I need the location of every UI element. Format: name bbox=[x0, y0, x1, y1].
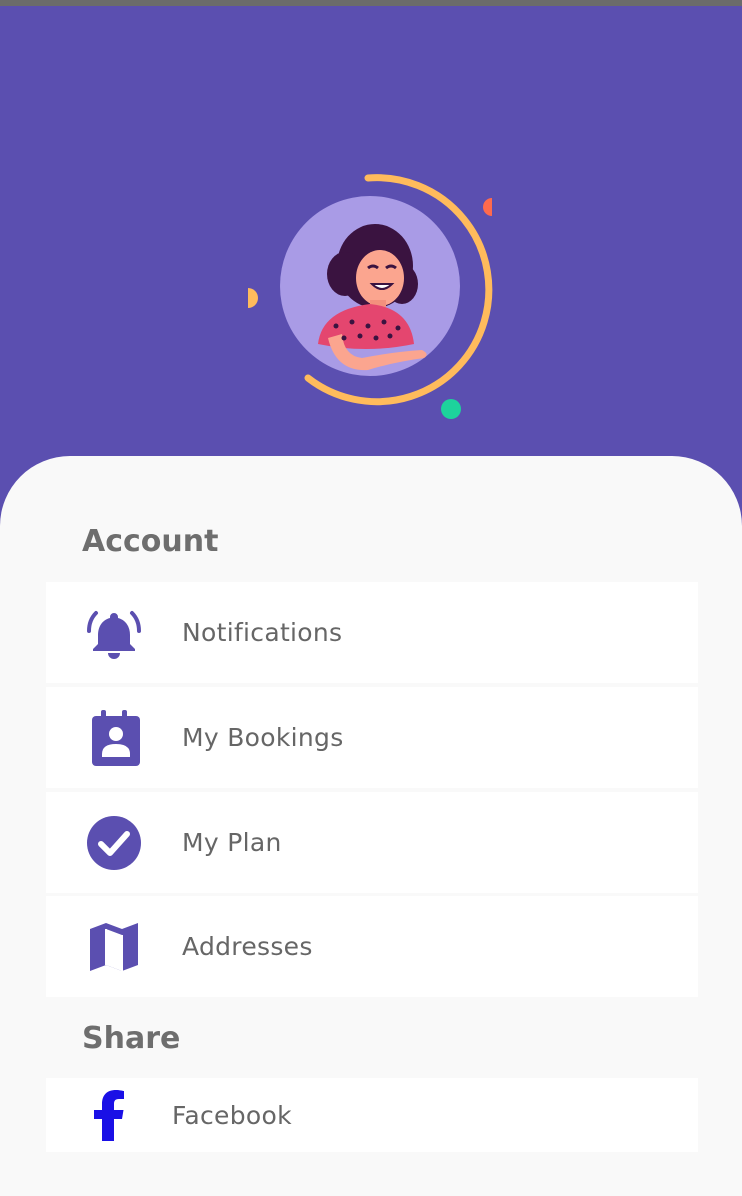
avatar-illustration bbox=[248, 174, 493, 419]
account-section-title: Account bbox=[82, 524, 219, 559]
share-section-title: Share bbox=[82, 1021, 181, 1056]
settings-sheet: Account Notifications My Bookings My Pla… bbox=[0, 456, 742, 1196]
menu-item-label: My Plan bbox=[182, 828, 282, 857]
facebook-icon bbox=[80, 1085, 140, 1145]
profile-avatar[interactable] bbox=[240, 166, 510, 436]
booking-icon bbox=[84, 708, 144, 768]
map-icon bbox=[84, 917, 144, 977]
menu-item-label: Addresses bbox=[182, 932, 313, 961]
profile-header bbox=[0, 6, 742, 476]
menu-item-facebook[interactable]: Facebook bbox=[46, 1078, 698, 1152]
menu-item-label: Notifications bbox=[182, 618, 343, 647]
check-circle-icon bbox=[84, 813, 144, 873]
menu-item-addresses[interactable]: Addresses bbox=[46, 896, 698, 997]
menu-item-my-bookings[interactable]: My Bookings bbox=[46, 687, 698, 788]
menu-item-label: My Bookings bbox=[182, 723, 344, 752]
bell-icon bbox=[84, 603, 144, 663]
menu-item-label: Facebook bbox=[172, 1100, 292, 1130]
menu-item-notifications[interactable]: Notifications bbox=[46, 582, 698, 683]
menu-item-my-plan[interactable]: My Plan bbox=[46, 792, 698, 893]
